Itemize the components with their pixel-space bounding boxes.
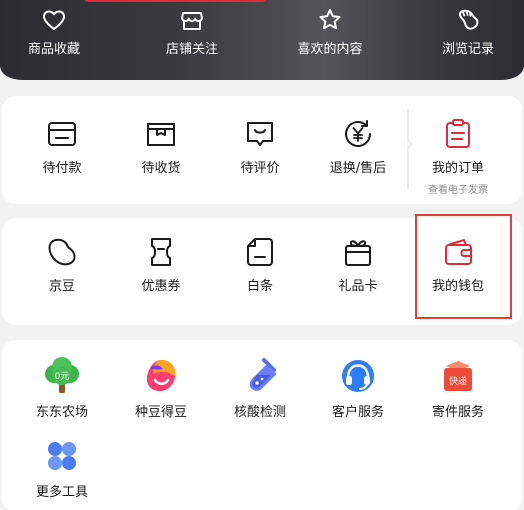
- followed-stores-button[interactable]: 店铺关注: [142, 6, 242, 57]
- dongdong-farm-label: 东东农场: [35, 405, 88, 420]
- assets-card: 京豆 优惠券 白条 礼品卡 我的钱包: [2, 214, 522, 325]
- comment-bubble-icon: [247, 122, 273, 146]
- farm-tree-icon: 0元: [45, 357, 79, 393]
- farm-badge-text: 0元: [55, 372, 70, 382]
- pending-receipt-label: 待收货: [141, 161, 181, 176]
- liked-content-label: 喜欢的内容: [297, 42, 363, 57]
- pending-payment-button[interactable]: 待付款: [12, 116, 112, 176]
- more-tools-button[interactable]: 更多工具: [12, 436, 112, 500]
- bean-plant-icon: [146, 360, 176, 392]
- store-icon: [181, 12, 203, 30]
- express-badge-text: 快递: [449, 375, 467, 387]
- test-tube-icon: [249, 358, 277, 391]
- returns-aftersale-label: 退换/售后: [329, 161, 387, 176]
- liked-content-button[interactable]: 喜欢的内容: [280, 6, 380, 57]
- jingdou-button[interactable]: 京豆: [12, 234, 112, 294]
- gift-card-label: 礼品卡: [338, 279, 378, 294]
- yen-refresh-icon: [345, 120, 371, 147]
- my-wallet-label: 我的钱包: [431, 279, 484, 294]
- footprint-icon: [459, 9, 479, 30]
- heart-icon: [43, 10, 65, 30]
- browse-history-label: 浏览记录: [441, 42, 494, 57]
- baitiao-icon: [247, 238, 273, 266]
- pending-review-button[interactable]: 待评价: [210, 116, 310, 176]
- zhongdou-dedou-label: 种豆得豆: [134, 405, 187, 420]
- tools-card: 0元 东东农场 种豆得豆 核酸检测 客户服务 快递 寄件服务 更多工具: [2, 340, 522, 510]
- headset-icon: [342, 360, 374, 392]
- nucleic-test-button[interactable]: 核酸检测: [210, 356, 310, 420]
- coupons-label: 优惠券: [141, 279, 181, 294]
- more-grid-icon: [48, 442, 76, 470]
- returns-aftersale-button[interactable]: 退换/售后: [308, 116, 408, 176]
- pending-review-label: 待评价: [240, 161, 280, 176]
- header-accent-bar: [84, 0, 266, 2]
- gift-card-button[interactable]: 礼品卡: [308, 234, 408, 294]
- my-wallet-button[interactable]: 我的钱包: [408, 234, 508, 294]
- orders-card: 待付款 待收货 待评价 退换/售后 我的订单 查看电子发票: [2, 96, 522, 204]
- wallet-card-icon: [48, 122, 76, 146]
- customer-service-button[interactable]: 客户服务: [308, 356, 408, 420]
- view-einvoice-link[interactable]: 查看电子发票: [408, 181, 508, 196]
- baitiao-button[interactable]: 白条: [210, 234, 310, 294]
- express-box-icon: 快递: [444, 361, 472, 391]
- package-box-icon: [147, 123, 175, 146]
- pending-receipt-button[interactable]: 待收货: [111, 116, 211, 176]
- gift-card-icon: [345, 240, 371, 266]
- followed-stores-label: 店铺关注: [165, 42, 218, 57]
- my-orders-label: 我的订单: [431, 161, 484, 176]
- favorites-products-label: 商品收藏: [27, 42, 80, 57]
- coupons-button[interactable]: 优惠券: [111, 234, 211, 294]
- shipping-service-label: 寄件服务: [431, 405, 484, 420]
- profile-header: 商品收藏 店铺关注 喜欢的内容 浏览记录: [0, 0, 524, 80]
- clipboard-icon: [446, 119, 470, 148]
- browse-history-button[interactable]: 浏览记录: [418, 6, 518, 57]
- nucleic-test-label: 核酸检测: [233, 405, 286, 420]
- shipping-service-button[interactable]: 快递 寄件服务: [408, 356, 508, 420]
- baitiao-label: 白条: [246, 279, 273, 294]
- bean-icon: [48, 238, 76, 266]
- wallet-icon: [445, 239, 472, 265]
- pending-payment-label: 待付款: [42, 161, 82, 176]
- zhongdou-dedou-button[interactable]: 种豆得豆: [111, 356, 211, 420]
- star-icon: [319, 9, 341, 30]
- favorites-products-button[interactable]: 商品收藏: [4, 6, 104, 57]
- customer-service-label: 客户服务: [331, 405, 384, 420]
- my-orders-button[interactable]: 我的订单 查看电子发票: [408, 116, 508, 196]
- jingdou-label: 京豆: [48, 279, 75, 294]
- dongdong-farm-button[interactable]: 0元 东东农场: [12, 356, 112, 420]
- more-tools-label: 更多工具: [35, 485, 88, 500]
- coupon-icon: [151, 238, 171, 266]
